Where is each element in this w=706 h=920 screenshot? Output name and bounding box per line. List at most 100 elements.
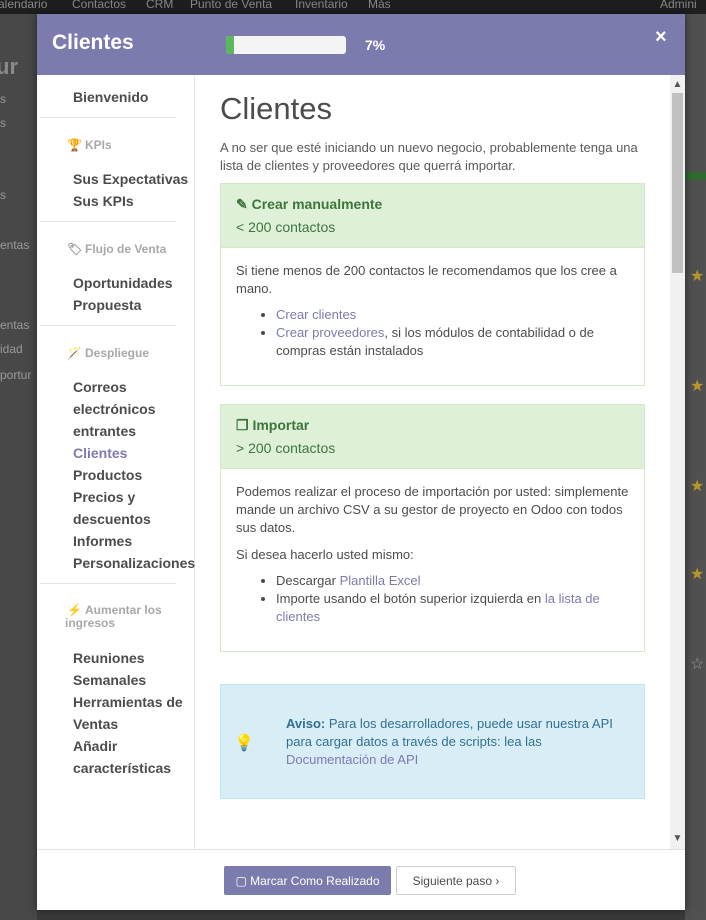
sidebar-divider (40, 117, 176, 118)
background-left: ur s s s entas entas idad portur (0, 14, 37, 920)
chevron-up-icon[interactable]: ▲ (672, 79, 683, 90)
list-item-text: Descargar (276, 573, 340, 588)
sidebar-item-reports[interactable]: Informes (73, 530, 132, 552)
next-step-label: Siguiente paso (412, 873, 493, 888)
bg-left-title: ur (0, 54, 18, 79)
bg-green-bar (685, 172, 706, 180)
notice-label: Aviso: (286, 716, 326, 731)
list-item-text: Importe usando el botón superior izquier… (276, 591, 545, 606)
bg-left-text: s (0, 92, 6, 106)
sidebar-item-add-features[interactable]: Añadir (73, 735, 117, 757)
notice-body: Para los desarrolladores, puede usar nue… (286, 716, 613, 749)
import-text: Podemos realizar el proceso de importaci… (236, 484, 629, 535)
next-step-button[interactable]: Siguiente paso › (396, 866, 516, 895)
sidebar-item-weekly-meetings[interactable]: Reuniones (73, 647, 145, 669)
sidebar-item-customers[interactable]: Clientes (73, 442, 127, 464)
star-icon: ★ (690, 378, 705, 395)
manual-panel-header: ✎ Crear manualmente < 200 contactos (221, 184, 644, 248)
bg-left-text: entas (0, 318, 30, 332)
import-subheading: > 200 contactos (236, 440, 336, 456)
bg-left-text: idad (0, 342, 23, 356)
sidebar-item-sales-tools[interactable]: Ventas (73, 713, 118, 735)
manual-panel-body: Si tiene menos de 200 contactos le recom… (221, 248, 644, 374)
trophy-icon: 🏆 (67, 138, 82, 152)
close-icon[interactable]: × (655, 26, 667, 49)
category-label: Aumentar los (85, 603, 162, 617)
modal-header: Clientes 7% × (37, 14, 685, 75)
intro-text: A no ser que esté iniciando un nuevo neg… (220, 140, 638, 173)
scroll-thumb[interactable] (672, 93, 683, 273)
category-label: Flujo de Venta (85, 242, 167, 256)
list-item: Importe usando el botón superior izquier… (276, 590, 629, 626)
sidebar-item-incoming-emails[interactable]: entrantes (73, 420, 136, 442)
mark-done-button[interactable]: ▢ Marcar Como Realizado (224, 866, 391, 895)
import-panel: ❐ Importar > 200 contactos Podemos reali… (220, 404, 645, 652)
sidebar-item-pricelists[interactable]: descuentos (73, 508, 151, 530)
sidebar-item-welcome[interactable]: Bienvenido (73, 86, 148, 108)
sidebar-item-kpis[interactable]: Sus KPIs (73, 190, 134, 212)
bg-left-text: portur (0, 368, 32, 382)
chevron-down-icon[interactable]: ▼ (672, 833, 683, 844)
bg-left-text: s (0, 116, 6, 130)
modal-title: Clientes (52, 31, 134, 54)
list-item: Descargar Plantilla Excel (276, 572, 629, 590)
list-item: Crear clientes (276, 306, 629, 324)
sidebar-divider (40, 221, 176, 222)
manual-heading: Crear manualmente (251, 196, 383, 212)
create-suppliers-link[interactable]: Crear proveedores (276, 325, 384, 340)
copy-file-icon: ❐ (236, 417, 249, 433)
import-panel-body: Podemos realizar el proceso de importaci… (221, 469, 644, 640)
manual-text: Si tiene menos de 200 contactos le recom… (236, 263, 617, 296)
sidebar-item-sales-tools[interactable]: Herramientas de (73, 691, 183, 713)
page-title: Clientes (220, 91, 332, 126)
sidebar-category-grow: ⚡ Aumentar los ingresos (65, 603, 162, 630)
lightbulb-icon: 💡 (234, 735, 254, 752)
bg-menu-pos: Punto de Venta (190, 0, 273, 11)
sidebar-category-sales-flow: 🏷 Flujo de Venta (67, 242, 166, 256)
sidebar-item-incoming-emails[interactable]: electrónicos (73, 398, 155, 420)
sidebar-item-weekly-meetings[interactable]: Semanales (73, 669, 146, 691)
modal-footer: ▢ Marcar Como Realizado Siguiente paso › (37, 849, 685, 910)
star-icon: ★ (690, 566, 705, 583)
developer-notice: 💡 Aviso: Para los desarrolladores, puede… (220, 684, 645, 799)
bg-left-text: s (0, 188, 6, 202)
list-item: Crear proveedores, si los módulos de con… (276, 324, 629, 360)
category-label: ingresos (65, 616, 116, 630)
tour-modal: Clientes 7% × Bienvenido 🏆 KPIs Sus Expec… (37, 14, 685, 910)
bg-menu-admin: Admini (660, 0, 697, 11)
sidebar-item-pricelists[interactable]: Precios y (73, 486, 135, 508)
sidebar-item-add-features[interactable]: características (73, 757, 171, 779)
bg-menu-calendar: alendario (0, 0, 48, 11)
chevron-right-icon: › (495, 873, 500, 888)
sidebar-item-products[interactable]: Productos (73, 464, 142, 486)
sidebar-item-opportunities[interactable]: Oportunidades (73, 272, 173, 294)
content-scrollbar[interactable]: ▲ ▼ (670, 75, 685, 849)
sidebar-item-customizations[interactable]: Personalizaciones (73, 552, 195, 574)
excel-template-link[interactable]: Plantilla Excel (340, 573, 421, 588)
sidebar-item-expectations[interactable]: Sus Expectativas (73, 168, 188, 190)
square-icon: ▢ (235, 873, 247, 888)
bg-menu-inventory: Inventario (295, 0, 348, 11)
manual-subheading: < 200 contactos (236, 219, 336, 235)
manual-panel: ✎ Crear manualmente < 200 contactos Si t… (220, 183, 645, 386)
sidebar-item-proposal[interactable]: Propuesta (73, 294, 141, 316)
sidebar-item-incoming-emails[interactable]: Correos (73, 376, 127, 398)
background-right: ★ ★ ★ ★ ☆ (685, 14, 706, 920)
star-icon: ★ (690, 478, 705, 495)
bg-left-text: entas (0, 238, 30, 252)
bg-menu-contacts: Contactos (72, 0, 127, 11)
import-panel-header: ❐ Importar > 200 contactos (221, 405, 644, 469)
create-customers-link[interactable]: Crear clientes (276, 307, 356, 322)
category-label: Despliegue (85, 346, 150, 360)
import-text: Si desea hacerlo usted mismo: (236, 547, 414, 562)
bg-menu-crm: CRM (146, 0, 174, 11)
import-heading: Importar (252, 417, 310, 433)
mark-done-label: Marcar Como Realizado (250, 873, 380, 888)
magic-wand-icon: 🪄 (67, 346, 82, 360)
background-topbar: alendario Contactos CRM Punto de Venta I… (0, 0, 706, 14)
edit-icon: ✎ (236, 196, 248, 212)
sidebar-divider (40, 583, 176, 584)
star-empty-icon: ☆ (690, 656, 705, 673)
sidebar-divider (40, 325, 176, 326)
api-docs-link[interactable]: Documentación de API (286, 752, 418, 767)
